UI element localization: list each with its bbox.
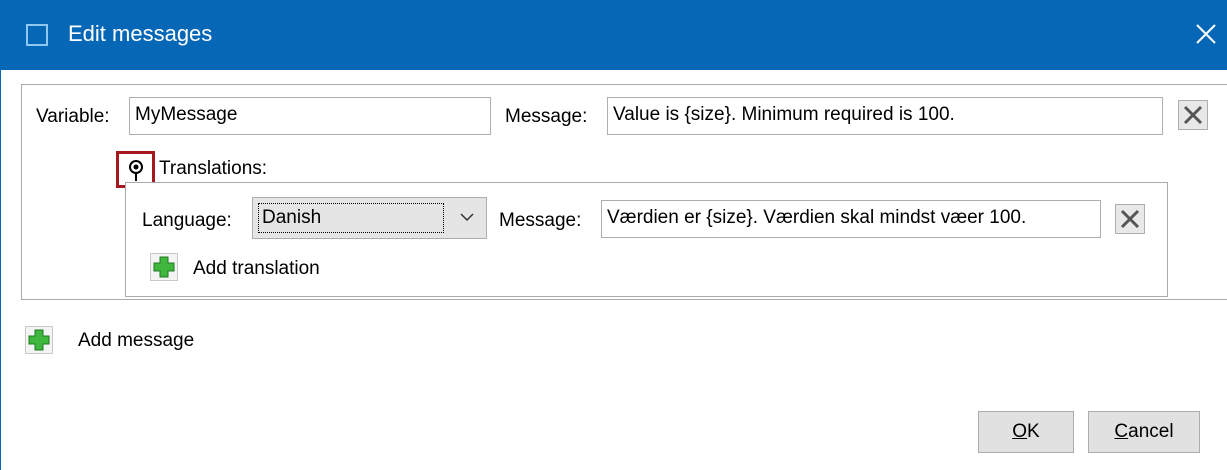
ok-button[interactable]: OK [978,411,1074,453]
green-plus-icon [28,329,50,351]
ok-mnemonic: O [1012,421,1028,442]
variable-input[interactable]: MyMessage [129,97,491,135]
add-translation-button[interactable] [150,253,178,281]
add-translation-label[interactable]: Add translation [193,258,320,280]
pin-icon [129,160,143,181]
cancel-button[interactable]: Cancel [1088,411,1200,453]
delete-message-button[interactable] [1178,100,1208,130]
window-title: Edit messages [68,21,213,46]
language-dropdown[interactable]: Danish [252,197,487,239]
title-bar: Edit messages [0,0,1227,70]
language-label: Language: [142,210,232,231]
translations-label: Translations: [159,158,268,179]
variable-label: Variable: [36,106,110,127]
add-message-label[interactable]: Add message [78,330,194,352]
cancel-mnemonic: C [1114,421,1129,442]
delete-x-icon [1183,105,1203,125]
close-icon [1196,24,1216,44]
message-input[interactable]: Value is {size}. Minimum required is 100… [607,97,1163,135]
green-plus-icon [153,256,175,278]
ok-label: K [1027,421,1040,442]
close-button[interactable] [1190,16,1222,52]
language-value: Danish [258,203,444,233]
delete-translation-button[interactable] [1115,204,1145,234]
translation-message-input[interactable]: Værdien er {size}. Værdien skal mindst v… [601,200,1101,238]
translation-message-label: Message: [499,210,582,231]
chevron-down-icon [460,213,474,222]
cancel-label: ancel [1128,421,1174,442]
delete-x-icon [1120,209,1140,229]
message-label: Message: [505,106,588,127]
window-icon [26,24,48,46]
add-message-button[interactable] [25,326,53,354]
